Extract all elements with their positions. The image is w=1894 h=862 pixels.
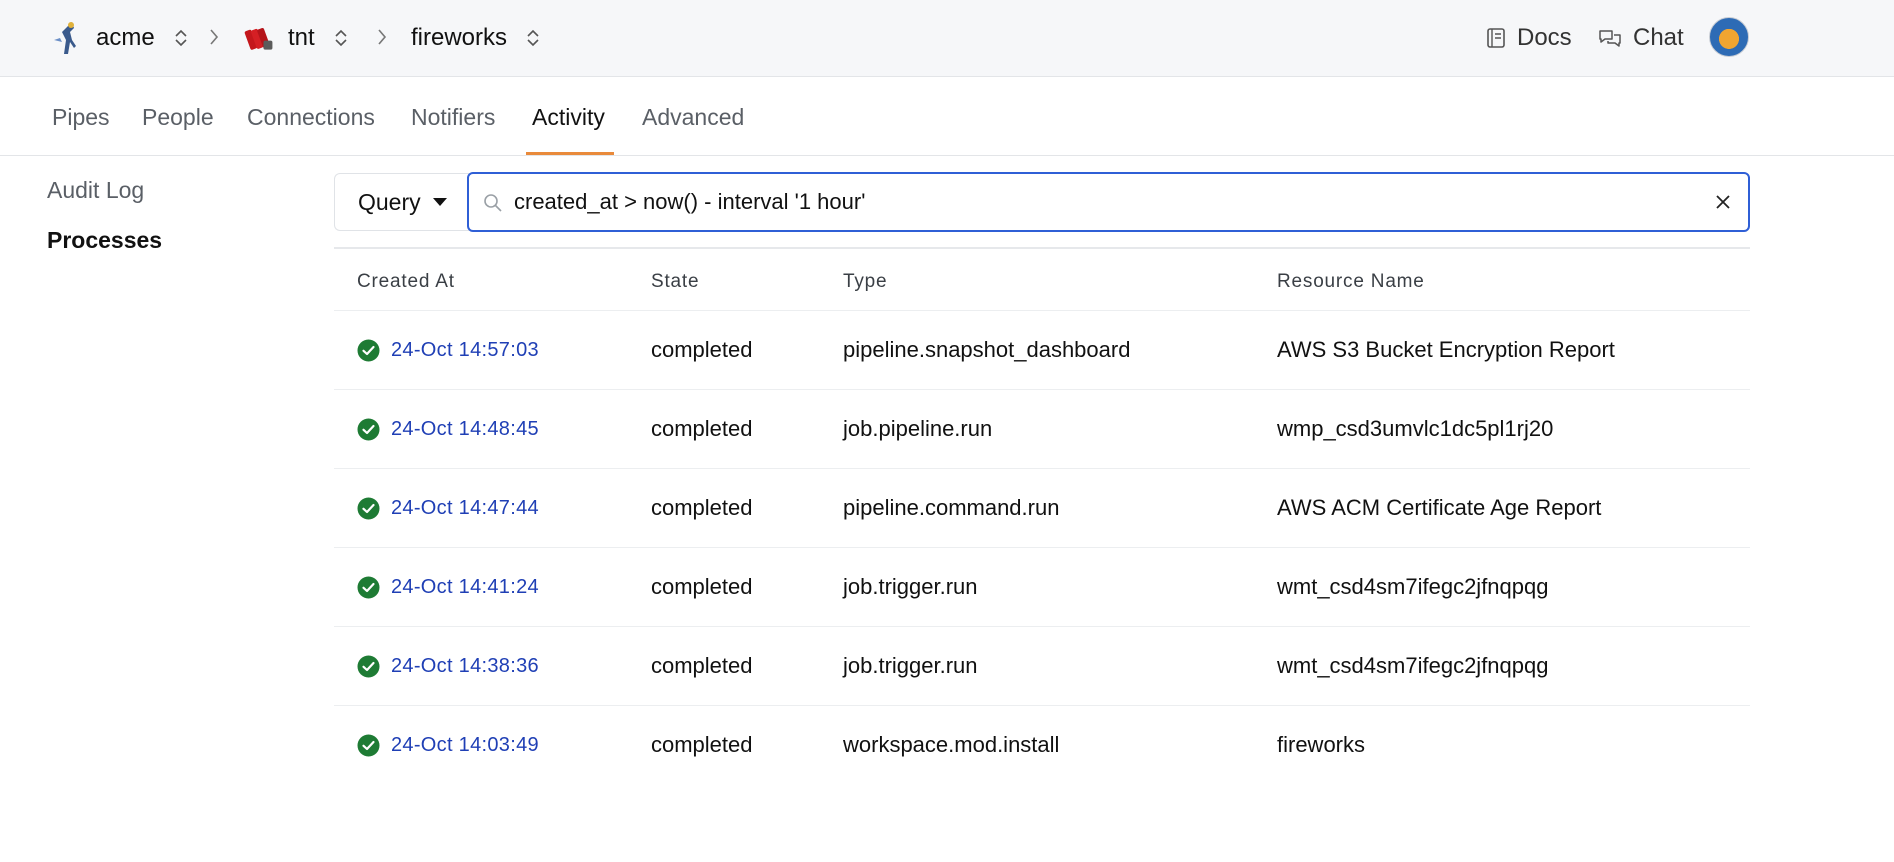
book-icon xyxy=(1487,28,1505,48)
type-cell: pipeline.snapshot_dashboard xyxy=(843,337,1131,362)
tab-notifiers[interactable]: Notifiers xyxy=(411,104,495,131)
query-mode-dropdown[interactable]: Query xyxy=(334,173,469,231)
org-switcher-icon[interactable] xyxy=(173,26,189,50)
chevron-right-icon xyxy=(210,29,219,45)
caret-down-icon xyxy=(432,198,447,206)
table-row: 24-Oct 14:48:45 completed job.pipeline.r… xyxy=(334,390,1750,469)
active-tab-indicator xyxy=(526,152,614,155)
tab-connections[interactable]: Connections xyxy=(247,104,375,131)
tab-people[interactable]: People xyxy=(142,104,214,131)
chat-label: Chat xyxy=(1633,24,1684,51)
workspace-logo-icon xyxy=(242,21,276,55)
breadcrumb-project-label: fireworks xyxy=(411,24,508,51)
resource-name-cell: AWS S3 Bucket Encryption Report xyxy=(1277,337,1615,362)
avatar[interactable] xyxy=(1709,17,1749,57)
breadcrumb-workspace[interactable]: tnt xyxy=(242,18,349,58)
type-cell: job.trigger.run xyxy=(843,574,978,599)
workspace-switcher-icon[interactable] xyxy=(333,26,349,50)
breadcrumb-project[interactable]: fireworks xyxy=(411,18,541,58)
check-circle-icon xyxy=(357,339,380,362)
check-circle-icon xyxy=(357,655,380,678)
table-row: 24-Oct 14:41:24 completed job.trigger.ru… xyxy=(334,548,1750,627)
tab-activity[interactable]: Activity xyxy=(532,104,605,131)
created-at-link[interactable]: 24-Oct 14:57:03 xyxy=(391,339,539,362)
query-mode-label: Query xyxy=(358,188,421,215)
org-logo-icon xyxy=(50,21,84,55)
created-at-link[interactable]: 24-Oct 14:38:36 xyxy=(391,655,539,678)
breadcrumb-workspace-label: tnt xyxy=(288,24,315,51)
tab-advanced[interactable]: Advanced xyxy=(642,104,744,131)
processes-table: Created At State Type Resource Name 24-O… xyxy=(334,247,1750,785)
chevron-right-icon xyxy=(378,29,387,45)
check-circle-icon xyxy=(357,734,380,757)
column-header-created-at[interactable]: Created At xyxy=(357,271,455,293)
search-input[interactable] xyxy=(514,184,1664,220)
resource-name-cell: wmt_csd4sm7ifegc2jfnqpqg xyxy=(1277,574,1549,599)
search-icon xyxy=(484,194,502,212)
sidebar-item-processes[interactable]: Processes xyxy=(47,227,162,254)
state-cell: completed xyxy=(651,732,753,757)
created-at-link[interactable]: 24-Oct 14:47:44 xyxy=(391,497,539,520)
chat-icon xyxy=(1599,30,1621,47)
project-switcher-icon[interactable] xyxy=(525,26,541,50)
breadcrumb-org-label: acme xyxy=(96,24,155,51)
top-bar: acme tnt fireworks Docs Chat xyxy=(0,0,1894,77)
search-field[interactable] xyxy=(467,172,1750,232)
column-header-resource-name[interactable]: Resource Name xyxy=(1277,271,1425,293)
type-cell: job.trigger.run xyxy=(843,653,978,678)
state-cell: completed xyxy=(651,574,753,599)
close-icon[interactable] xyxy=(1712,191,1734,213)
table-row: 24-Oct 14:47:44 completed pipeline.comma… xyxy=(334,469,1750,548)
sidebar-item-audit-log[interactable]: Audit Log xyxy=(47,177,144,204)
docs-label: Docs xyxy=(1517,24,1572,51)
created-at-link[interactable]: 24-Oct 14:48:45 xyxy=(391,418,539,441)
state-cell: completed xyxy=(651,495,753,520)
type-cell: pipeline.command.run xyxy=(843,495,1060,520)
breadcrumb-org[interactable]: acme xyxy=(50,18,189,58)
check-circle-icon xyxy=(357,497,380,520)
tab-pipes[interactable]: Pipes xyxy=(52,104,110,131)
chat-link[interactable]: Chat xyxy=(1597,18,1684,58)
resource-name-cell: fireworks xyxy=(1277,732,1366,757)
table-row: 24-Oct 14:03:49 completed workspace.mod.… xyxy=(334,706,1750,785)
type-cell: workspace.mod.install xyxy=(843,732,1060,757)
state-cell: completed xyxy=(651,337,753,362)
column-header-type[interactable]: Type xyxy=(843,271,887,293)
tab-bar: Pipes People Connections Notifiers Activ… xyxy=(0,78,1894,156)
table-row: 24-Oct 14:57:03 completed pipeline.snaps… xyxy=(334,311,1750,390)
resource-name-cell: wmp_csd3umvlc1dc5pl1rj20 xyxy=(1277,416,1554,441)
created-at-link[interactable]: 24-Oct 14:03:49 xyxy=(391,734,539,757)
state-cell: completed xyxy=(651,653,753,678)
check-circle-icon xyxy=(357,418,380,441)
type-cell: job.pipeline.run xyxy=(843,416,993,441)
docs-link[interactable]: Docs xyxy=(1485,18,1572,58)
state-cell: completed xyxy=(651,416,753,441)
resource-name-cell: wmt_csd4sm7ifegc2jfnqpqg xyxy=(1277,653,1549,678)
table-row: 24-Oct 14:38:36 completed job.trigger.ru… xyxy=(334,627,1750,706)
column-header-state[interactable]: State xyxy=(651,271,699,293)
created-at-link[interactable]: 24-Oct 14:41:24 xyxy=(391,576,539,599)
resource-name-cell: AWS ACM Certificate Age Report xyxy=(1277,495,1602,520)
check-circle-icon xyxy=(357,576,380,599)
table-header: Created At State Type Resource Name xyxy=(334,247,1750,311)
